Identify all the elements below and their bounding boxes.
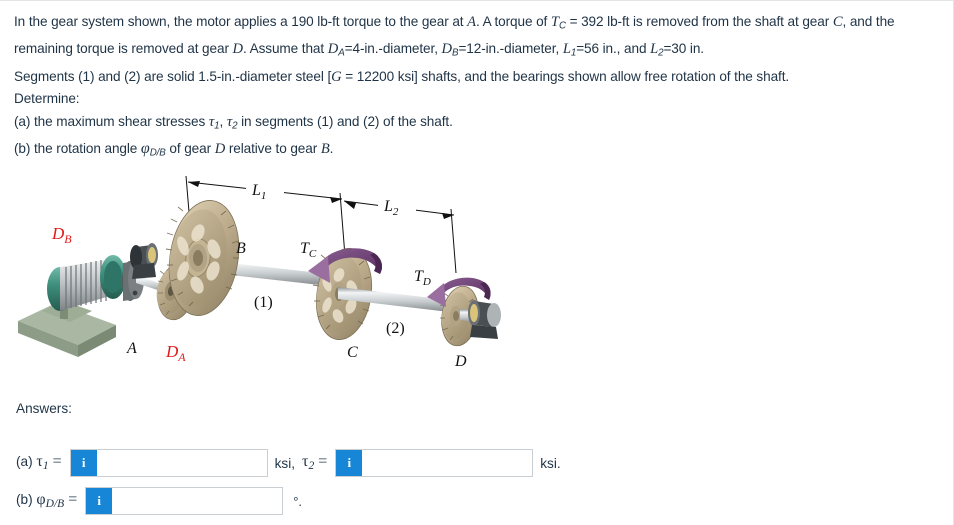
problem-statement: In the gear system shown, the motor appl… (14, 11, 944, 166)
statement-text: (b) the rotation angle (14, 141, 141, 157)
symbol-DB: D (441, 41, 453, 58)
statement-determine: Determine: (14, 91, 80, 107)
symbol-T: T (550, 14, 559, 30)
info-icon[interactable]: i (86, 488, 113, 514)
statement-text: in segments (1) and (2) of the shaft. (237, 113, 453, 129)
figure-label-DA: DA (165, 342, 186, 364)
answer-row-b: (b) φD/B = i °. (16, 486, 302, 516)
statement-text: = 12200 ksi] shafts, and the bearings sh… (341, 68, 790, 84)
statement-text: In the gear system shown, the motor appl… (14, 14, 468, 29)
symbol-phi-subscript: D/B (149, 147, 166, 159)
unit-ksi-end: ksi. (540, 455, 561, 471)
tau2-input[interactable] (362, 450, 533, 476)
symbol-L2: L (650, 41, 659, 58)
info-icon[interactable]: i (70, 450, 97, 476)
symbol-DA: D (327, 41, 339, 58)
answer-a-label-2: τ2 = (302, 453, 328, 473)
symbol-G: G (331, 68, 342, 85)
symbol-T-subscript: C (558, 20, 566, 32)
label-D: D (232, 41, 244, 58)
statement-text: =30 in. (663, 41, 704, 57)
statement-line-1: In the gear system shown, the motor appl… (14, 11, 944, 66)
label-B: B (320, 141, 330, 158)
statement-text: (a) the maximum shear stresses (14, 113, 209, 129)
tau1-input[interactable] (96, 450, 267, 476)
statement-part-a: (a) the maximum shear stresses τ1, τ2 in… (14, 111, 944, 138)
figure-label-TC: TC (300, 240, 317, 260)
label-A: A (467, 14, 476, 30)
figure-label-TD: TD (414, 268, 431, 288)
figure-label-DB: DB (51, 224, 72, 246)
answer-b-field-group: i (85, 487, 284, 515)
problem-page: In the gear system shown, the motor appl… (0, 0, 954, 525)
figure-label-segment-1: (1) (254, 294, 273, 311)
statement-text: . A torque of (475, 14, 551, 29)
statement-text: = 392 lb-ft is removed from the shaft at… (565, 14, 833, 29)
statement-text: . Assume that (243, 41, 328, 57)
figure-label-B: B (236, 240, 246, 257)
bearing-left (130, 243, 158, 279)
figure-label-D: D (454, 353, 467, 370)
statement-text: Segments (1) and (2) are solid 1.5-in.-d… (14, 68, 332, 84)
statement-text: . (329, 141, 334, 157)
answers-heading: Answers: (16, 401, 72, 416)
statement-text: =4-in.-diameter, (344, 41, 442, 57)
figure-label-C: C (347, 344, 358, 361)
unit-ksi-mid: ksi, (274, 455, 296, 471)
gear-system-figure: L1 L2 DB DA A B C D TC TD (1) (2) (8, 161, 528, 386)
answer-a-field-2-group: i (335, 449, 534, 477)
symbol-L1: L (562, 41, 571, 58)
figure-label-segment-2: (2) (386, 320, 405, 337)
statement-text: relative to gear (225, 141, 321, 157)
symbol-phi: φ (36, 491, 46, 509)
statement-text: =12-in.-diameter, (458, 41, 563, 57)
symbol-phi: φ (140, 140, 150, 158)
statement-text: of gear (165, 141, 215, 157)
answer-a-label: (a) τ1 = (16, 453, 62, 473)
answer-row-a: (a) τ1 = i ksi, τ2 = i ksi. (16, 448, 568, 478)
statement-line-3: Segments (1) and (2) are solid 1.5-in.-d… (14, 66, 944, 89)
answer-b-label: (b) φD/B = (16, 491, 78, 511)
phi-db-input[interactable] (112, 488, 283, 514)
info-icon[interactable]: i (336, 450, 363, 476)
unit-degrees: °. (293, 493, 303, 509)
answer-a-field-1-group: i (69, 449, 268, 477)
statement-text: =56 in., and (576, 41, 651, 57)
statement-text: , (219, 113, 227, 129)
figure-label-A: A (126, 340, 137, 357)
label-D: D (214, 141, 226, 158)
